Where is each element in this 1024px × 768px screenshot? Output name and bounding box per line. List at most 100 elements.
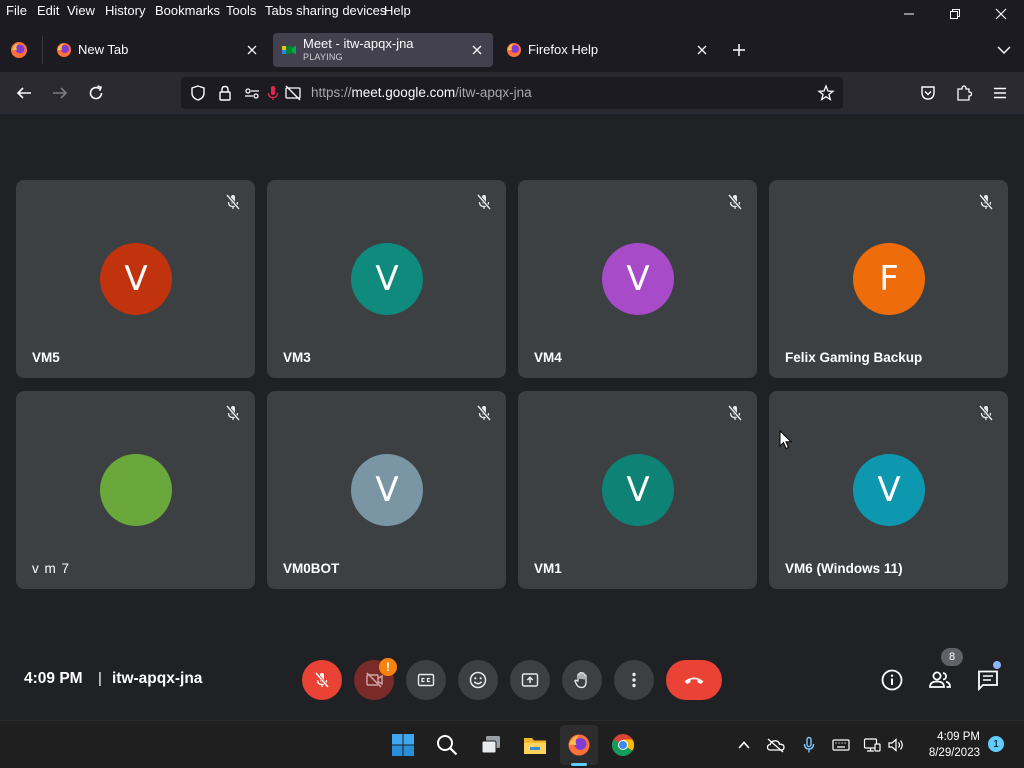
menu-view[interactable]: View [67, 3, 95, 18]
lock-icon[interactable] [216, 84, 234, 102]
meeting-code: itw-apqx-jna [112, 670, 203, 687]
chat-button[interactable] [974, 666, 1002, 694]
mic-off-icon [314, 672, 330, 688]
participant-name: VM0BOT [283, 561, 340, 576]
reload-icon [89, 85, 103, 100]
participant-tile[interactable]: V VM5 [16, 180, 255, 378]
participant-name: v m 7 [32, 561, 71, 576]
clock-date: 8/29/2023 [928, 747, 980, 759]
chrome-taskbar-button[interactable] [610, 732, 636, 758]
captions-button[interactable] [406, 660, 446, 700]
present-screen-icon [521, 673, 539, 687]
firefox-view-button[interactable] [10, 41, 28, 59]
more-vertical-icon [632, 672, 636, 688]
reactions-button[interactable] [458, 660, 498, 700]
participant-name: VM1 [534, 561, 562, 576]
url-text[interactable]: https://meet.google.com/itw-apqx-jna [311, 85, 532, 100]
tab-new-tab[interactable]: New Tab [48, 33, 268, 67]
tab-title: Firefox Help [528, 42, 599, 57]
volume-tray-icon[interactable] [886, 735, 906, 755]
onedrive-tray-icon[interactable] [766, 735, 786, 755]
menu-edit[interactable]: Edit [37, 3, 59, 18]
menu-file[interactable]: File [6, 3, 27, 18]
list-all-tabs-button[interactable] [995, 41, 1013, 59]
close-window-button[interactable] [978, 0, 1024, 28]
participant-tile[interactable]: v m 7 [16, 391, 255, 589]
avatar: V [853, 454, 925, 526]
keyboard-tray-icon[interactable] [831, 735, 851, 755]
notification-center-badge[interactable]: 1 [988, 736, 1004, 752]
start-button[interactable] [390, 732, 416, 758]
file-explorer-button[interactable] [522, 732, 548, 758]
tab-firefox-help[interactable]: Firefox Help [498, 33, 718, 67]
meet-page: V VM5 V VM3 V VM4 F Felix Gaming Backup … [0, 114, 1024, 720]
more-options-button[interactable] [614, 660, 654, 700]
participant-tile[interactable]: V VM4 [518, 180, 757, 378]
participant-tile[interactable]: V VM0BOT [267, 391, 506, 589]
extensions-button[interactable] [952, 81, 976, 105]
avatar: V [100, 243, 172, 315]
participant-tile[interactable]: V VM6 (Windows 11) [769, 391, 1008, 589]
participant-tile[interactable]: F Felix Gaming Backup [769, 180, 1008, 378]
back-button[interactable] [12, 81, 36, 105]
navigation-toolbar: https://meet.google.com/itw-apqx-jna [0, 72, 1024, 114]
search-icon [437, 735, 458, 756]
microphone-toggle-button[interactable] [302, 660, 342, 700]
mic-off-icon [978, 194, 994, 210]
leave-call-button[interactable] [666, 660, 722, 700]
url-prefix: https:// [311, 85, 352, 100]
tab-close-icon[interactable] [469, 42, 485, 58]
app-menu-button[interactable] [988, 81, 1012, 105]
present-screen-button[interactable] [510, 660, 550, 700]
tab-close-icon[interactable] [244, 42, 260, 58]
system-clock[interactable]: 4:09 PM 8/29/2023 [910, 729, 980, 761]
people-button[interactable] [926, 666, 954, 694]
reload-button[interactable] [84, 81, 108, 105]
new-tab-button[interactable] [730, 41, 748, 59]
menu-history[interactable]: History [105, 3, 145, 18]
raise-hand-button[interactable] [562, 660, 602, 700]
shield-icon[interactable] [189, 84, 207, 102]
camera-blocked-icon[interactable] [284, 84, 302, 102]
permissions-icon[interactable] [243, 84, 261, 102]
menu-bookmarks[interactable]: Bookmarks [155, 3, 220, 18]
url-path: /itw-apqx-jna [455, 85, 532, 100]
hand-icon [574, 671, 587, 689]
restore-button[interactable] [932, 0, 978, 28]
task-view-button[interactable] [478, 732, 504, 758]
tab-meet[interactable]: Meet - itw-apqx-jna PLAYING [273, 33, 493, 67]
tab-title: Meet - itw-apqx-jna [303, 36, 414, 51]
avatar-initial: V [375, 470, 399, 510]
menu-help[interactable]: Help [384, 3, 411, 18]
tab-close-icon[interactable] [694, 42, 710, 58]
menu-tabs-sharing-devices[interactable]: Tabs sharing devices [265, 3, 386, 18]
forward-button[interactable] [48, 81, 72, 105]
tab-strip: New Tab Meet - itw-apqx-jna PLAYING Fire… [0, 28, 1024, 72]
menu-bar: File Edit View History Bookmarks Tools T… [0, 0, 1024, 28]
camera-warning-badge[interactable]: ! [379, 658, 397, 676]
speaker-icon [888, 738, 903, 752]
mic-off-icon [727, 405, 743, 421]
bookmark-star-icon[interactable] [817, 84, 835, 102]
microphone-tray-icon[interactable] [799, 735, 819, 755]
firefox-taskbar-button[interactable] [566, 732, 592, 758]
search-button[interactable] [434, 732, 460, 758]
meet-logo-icon [282, 45, 296, 55]
meeting-info-separator: | [98, 670, 102, 687]
minimize-button[interactable] [886, 0, 932, 28]
network-tray-icon[interactable] [862, 735, 882, 755]
avatar-initial: F [879, 259, 899, 299]
avatar-initial: V [877, 470, 901, 510]
menu-tools[interactable]: Tools [226, 3, 256, 18]
participant-count-badge: 8 [941, 648, 963, 666]
hamburger-menu-icon [994, 87, 1006, 99]
pocket-button[interactable] [916, 81, 940, 105]
address-bar[interactable]: https://meet.google.com/itw-apqx-jna [181, 77, 843, 109]
tab-title: New Tab [78, 42, 129, 57]
participant-tile[interactable]: V VM1 [518, 391, 757, 589]
microphone-active-icon[interactable] [264, 84, 282, 102]
participant-tile[interactable]: V VM3 [267, 180, 506, 378]
show-hidden-icons-button[interactable] [734, 735, 754, 755]
chevron-down-icon [997, 46, 1011, 55]
meeting-details-button[interactable] [878, 666, 906, 694]
